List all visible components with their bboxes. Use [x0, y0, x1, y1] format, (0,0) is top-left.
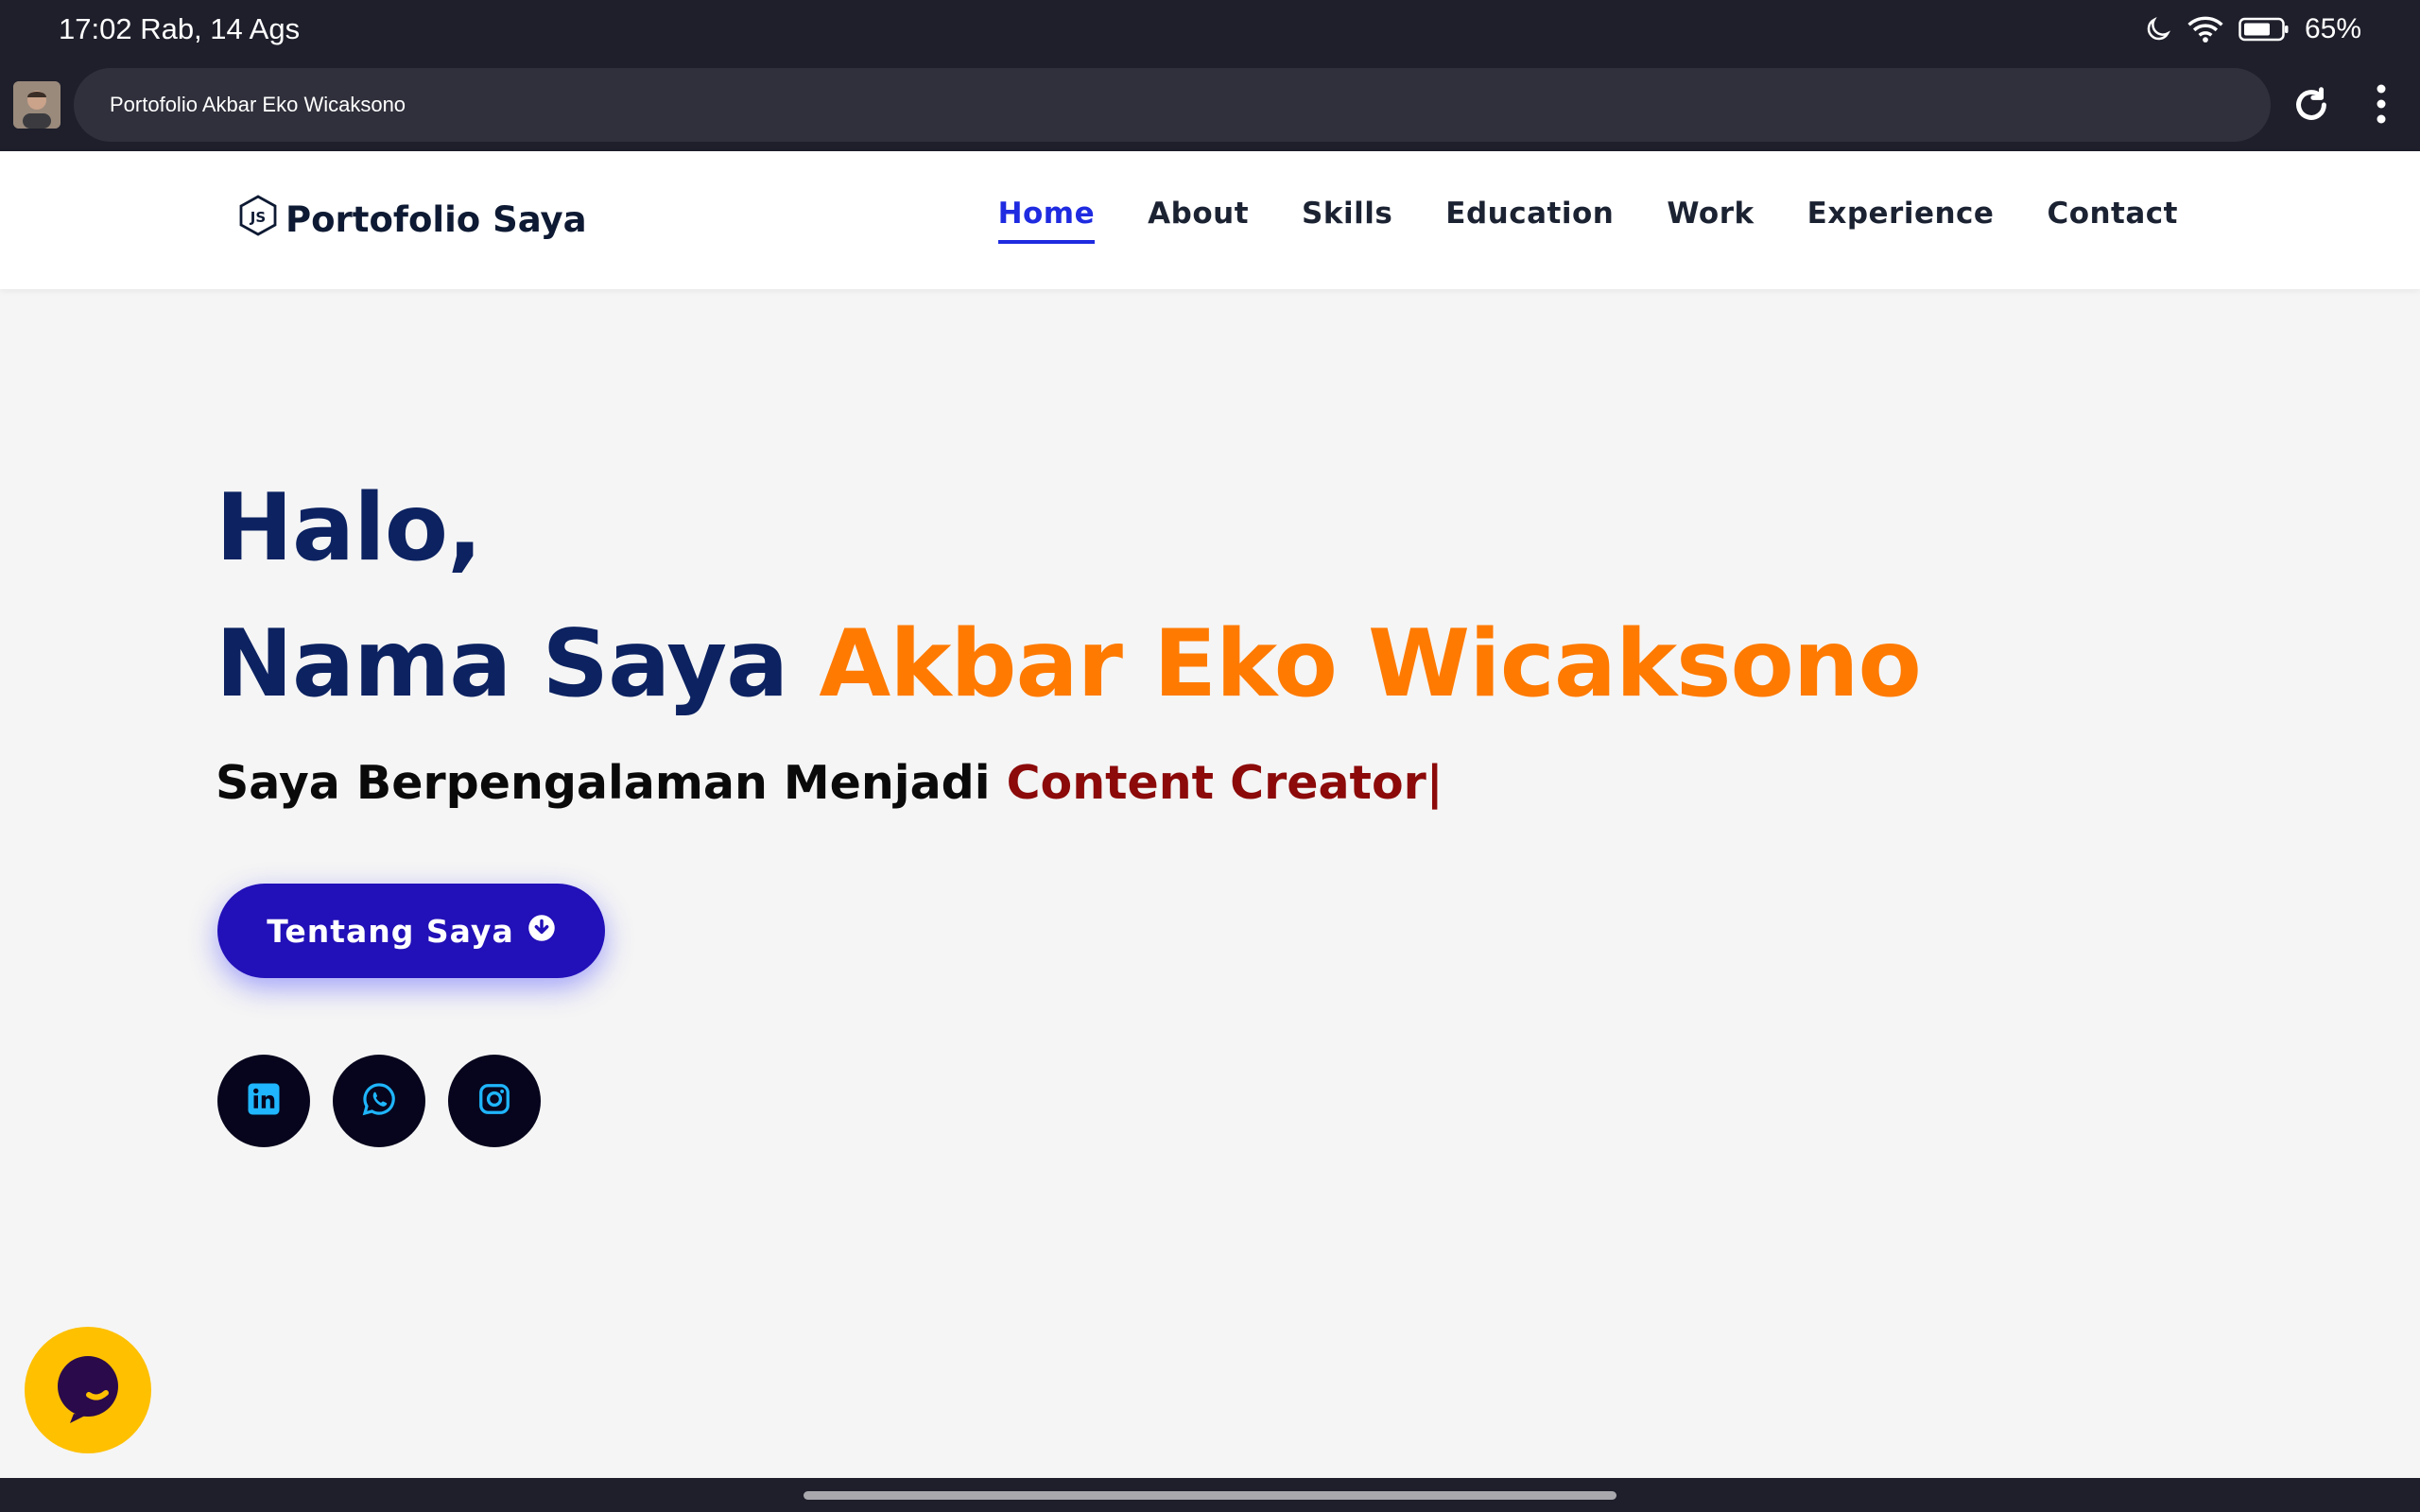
- nav-experience[interactable]: Experience: [1807, 197, 1995, 244]
- gesture-handle[interactable]: [804, 1491, 1616, 1500]
- linkedin-button[interactable]: [217, 1055, 310, 1147]
- hero-typed-role: Content Creator|: [1006, 756, 1443, 810]
- linkedin-icon: [247, 1082, 281, 1120]
- hero-name: Akbar Eko Wicaksono: [819, 610, 1922, 718]
- nav-about[interactable]: About: [1148, 197, 1249, 244]
- instagram-button[interactable]: [448, 1055, 541, 1147]
- whatsapp-icon: [361, 1081, 397, 1121]
- nav-work[interactable]: Work: [1667, 197, 1754, 244]
- hero-section: Halo, Nama Saya Akbar Eko Wicaksono Saya…: [216, 474, 1922, 810]
- js-hexagon-icon: JS: [238, 195, 278, 245]
- battery-percent: 65%: [2304, 13, 2361, 44]
- hero-name-prefix: Nama Saya: [216, 610, 788, 718]
- more-menu-icon[interactable]: [2367, 79, 2395, 129]
- instagram-icon: [477, 1082, 511, 1120]
- wifi-icon: [2187, 15, 2223, 43]
- social-links: [217, 1055, 541, 1147]
- site-logo[interactable]: JS Portofolio Saya: [238, 195, 587, 245]
- about-me-button-label: Tentang Saya: [267, 912, 514, 950]
- system-gesture-bar: [0, 1478, 2420, 1512]
- hero-name-line: Nama Saya Akbar Eko Wicaksono: [216, 618, 1922, 711]
- profile-avatar[interactable]: [13, 81, 60, 129]
- browser-toolbar: Portofolio Akbar Eko Wicaksono: [0, 59, 2420, 151]
- status-icons: 65%: [2144, 13, 2361, 45]
- reload-icon[interactable]: [2290, 83, 2333, 127]
- battery-icon: [2238, 16, 2290, 43]
- page-title-text: Portofolio Akbar Eko Wicaksono: [110, 93, 406, 116]
- arrow-down-circle-icon: [527, 913, 556, 950]
- svg-text:JS: JS: [250, 209, 266, 226]
- logo-text: Portofolio Saya: [285, 199, 587, 240]
- status-bar: 17:02 Rab, 14 Ags 65%: [0, 0, 2420, 59]
- nav-education[interactable]: Education: [1445, 197, 1614, 244]
- nav-skills[interactable]: Skills: [1302, 197, 1392, 244]
- site-header: JS Portofolio Saya Home About Skills Edu…: [0, 151, 2420, 289]
- nav-home[interactable]: Home: [997, 197, 1096, 244]
- chat-bubble-icon: [53, 1353, 123, 1427]
- chat-widget-button[interactable]: [25, 1327, 151, 1453]
- whatsapp-button[interactable]: [333, 1055, 425, 1147]
- about-me-button[interactable]: Tentang Saya: [217, 884, 605, 978]
- main-nav: Home About Skills Education Work Experie…: [997, 197, 2178, 244]
- status-time-date: 17:02 Rab, 14 Ags: [59, 12, 301, 45]
- hero-subtitle-prefix: Saya Berpengalaman Menjadi: [216, 756, 991, 810]
- hero-subtitle: Saya Berpengalaman Menjadi Content Creat…: [216, 756, 1921, 810]
- moon-icon: [2144, 15, 2172, 43]
- address-bar[interactable]: Portofolio Akbar Eko Wicaksono: [74, 68, 2271, 142]
- hero-greeting: Halo,: [216, 474, 482, 582]
- nav-contact[interactable]: Contact: [2047, 197, 2178, 244]
